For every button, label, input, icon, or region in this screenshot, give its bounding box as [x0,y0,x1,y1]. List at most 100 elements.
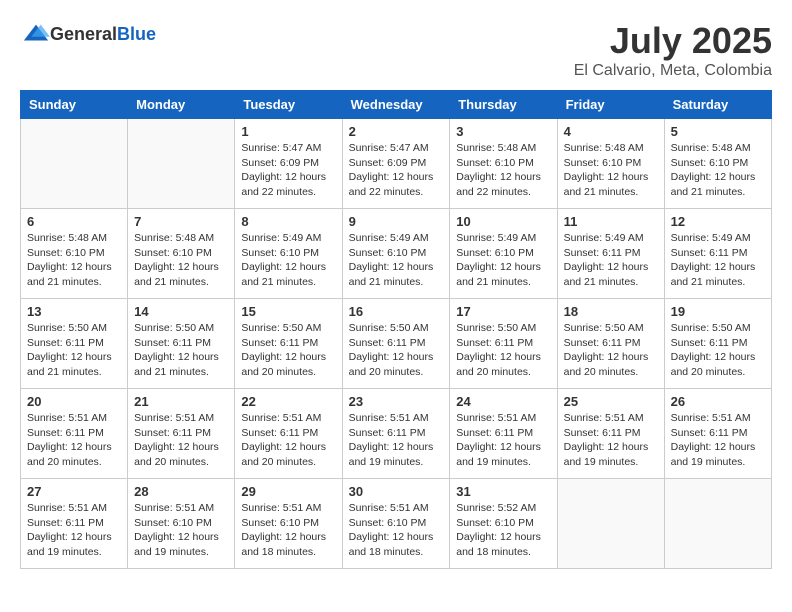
day-info: Sunrise: 5:51 AM Sunset: 6:11 PM Dayligh… [564,411,658,470]
calendar-cell: 28 Sunrise: 5:51 AM Sunset: 6:10 PM Dayli… [128,479,235,569]
day-number: 16 [349,304,444,319]
day-info: Sunrise: 5:51 AM Sunset: 6:11 PM Dayligh… [27,501,121,560]
calendar-cell: 20 Sunrise: 5:51 AM Sunset: 6:11 PM Dayli… [21,389,128,479]
day-number: 1 [241,124,335,139]
location-subtitle: El Calvario, Meta, Colombia [574,62,772,80]
weekday-header-wednesday: Wednesday [342,91,450,119]
weekday-header-sunday: Sunday [21,91,128,119]
calendar-cell: 4 Sunrise: 5:48 AM Sunset: 6:10 PM Daylig… [557,119,664,209]
calendar-cell: 13Sunrise: 5:50 AM Sunset: 6:11 PM Dayli… [21,299,128,389]
week-row-2: 6 Sunrise: 5:48 AM Sunset: 6:10 PM Daylig… [21,209,772,299]
day-number: 24 [456,394,550,409]
weekday-header-saturday: Saturday [664,91,771,119]
day-number: 29 [241,484,335,499]
calendar-cell: 31 Sunrise: 5:52 AM Sunset: 6:10 PM Dayli… [450,479,557,569]
day-number: 31 [456,484,550,499]
calendar-table: SundayMondayTuesdayWednesdayThursdayFrid… [20,90,772,569]
calendar-cell: 16Sunrise: 5:50 AM Sunset: 6:11 PM Dayli… [342,299,450,389]
day-number: 8 [241,214,335,229]
day-number: 20 [27,394,121,409]
day-number: 21 [134,394,228,409]
week-row-4: 20 Sunrise: 5:51 AM Sunset: 6:11 PM Dayli… [21,389,772,479]
month-year-title: July 2025 [574,20,772,62]
day-info: Sunrise: 5:49 AM Sunset: 6:10 PM Dayligh… [241,231,335,290]
weekday-header-row: SundayMondayTuesdayWednesdayThursdayFrid… [21,91,772,119]
day-info: Sunrise: 5:47 AM Sunset: 6:09 PM Dayligh… [241,141,335,200]
calendar-cell: 29 Sunrise: 5:51 AM Sunset: 6:10 PM Dayli… [235,479,342,569]
calendar-cell: 18 Sunrise: 5:50 AM Sunset: 6:11 PM Dayli… [557,299,664,389]
day-info: Sunrise: 5:48 AM Sunset: 6:10 PM Dayligh… [671,141,765,200]
day-info: Sunrise: 5:52 AM Sunset: 6:10 PM Dayligh… [456,501,550,560]
calendar-cell: 3Sunrise: 5:48 AM Sunset: 6:10 PM Daylig… [450,119,557,209]
day-number: 6 [27,214,121,229]
day-info: Sunrise: 5:50 AM Sunset: 6:11 PM Dayligh… [241,321,335,380]
calendar-cell: 26Sunrise: 5:51 AM Sunset: 6:11 PM Dayli… [664,389,771,479]
calendar-cell: 2Sunrise: 5:47 AM Sunset: 6:09 PM Daylig… [342,119,450,209]
calendar-cell [21,119,128,209]
calendar-cell: 10 Sunrise: 5:49 AM Sunset: 6:10 PM Dayli… [450,209,557,299]
day-number: 26 [671,394,765,409]
day-info: Sunrise: 5:51 AM Sunset: 6:11 PM Dayligh… [241,411,335,470]
day-info: Sunrise: 5:48 AM Sunset: 6:10 PM Dayligh… [564,141,658,200]
calendar-cell [557,479,664,569]
week-row-1: 1 Sunrise: 5:47 AM Sunset: 6:09 PM Daylig… [21,119,772,209]
day-number: 10 [456,214,550,229]
day-info: Sunrise: 5:49 AM Sunset: 6:10 PM Dayligh… [456,231,550,290]
logo: GeneralBlue [20,20,156,48]
weekday-header-tuesday: Tuesday [235,91,342,119]
calendar-cell: 17 Sunrise: 5:50 AM Sunset: 6:11 PM Dayli… [450,299,557,389]
calendar-cell: 23 Sunrise: 5:51 AM Sunset: 6:11 PM Dayli… [342,389,450,479]
calendar-cell: 6 Sunrise: 5:48 AM Sunset: 6:10 PM Daylig… [21,209,128,299]
day-info: Sunrise: 5:47 AM Sunset: 6:09 PM Dayligh… [349,141,444,200]
day-info: Sunrise: 5:51 AM Sunset: 6:11 PM Dayligh… [134,411,228,470]
calendar-cell: 24 Sunrise: 5:51 AM Sunset: 6:11 PM Dayli… [450,389,557,479]
day-info: Sunrise: 5:51 AM Sunset: 6:10 PM Dayligh… [134,501,228,560]
header: GeneralBlue July 2025 El Calvario, Meta,… [20,20,772,80]
weekday-header-monday: Monday [128,91,235,119]
day-number: 27 [27,484,121,499]
day-number: 4 [564,124,658,139]
day-info: Sunrise: 5:51 AM Sunset: 6:10 PM Dayligh… [241,501,335,560]
week-row-5: 27 Sunrise: 5:51 AM Sunset: 6:11 PM Dayli… [21,479,772,569]
calendar-cell [128,119,235,209]
day-info: Sunrise: 5:50 AM Sunset: 6:11 PM Dayligh… [456,321,550,380]
day-number: 7 [134,214,228,229]
day-info: Sunrise: 5:50 AM Sunset: 6:11 PM Dayligh… [564,321,658,380]
calendar-cell [664,479,771,569]
day-number: 28 [134,484,228,499]
day-number: 19 [671,304,765,319]
calendar-cell: 9Sunrise: 5:49 AM Sunset: 6:10 PM Daylig… [342,209,450,299]
day-info: Sunrise: 5:50 AM Sunset: 6:11 PM Dayligh… [134,321,228,380]
day-info: Sunrise: 5:48 AM Sunset: 6:10 PM Dayligh… [27,231,121,290]
calendar-cell: 7Sunrise: 5:48 AM Sunset: 6:10 PM Daylig… [128,209,235,299]
day-info: Sunrise: 5:51 AM Sunset: 6:10 PM Dayligh… [349,501,444,560]
day-number: 25 [564,394,658,409]
title-section: July 2025 El Calvario, Meta, Colombia [574,20,772,80]
day-number: 23 [349,394,444,409]
calendar-cell: 25 Sunrise: 5:51 AM Sunset: 6:11 PM Dayli… [557,389,664,479]
day-info: Sunrise: 5:51 AM Sunset: 6:11 PM Dayligh… [456,411,550,470]
calendar-cell: 27 Sunrise: 5:51 AM Sunset: 6:11 PM Dayli… [21,479,128,569]
calendar-cell: 11 Sunrise: 5:49 AM Sunset: 6:11 PM Dayli… [557,209,664,299]
day-info: Sunrise: 5:51 AM Sunset: 6:11 PM Dayligh… [27,411,121,470]
weekday-header-friday: Friday [557,91,664,119]
calendar-cell: 1 Sunrise: 5:47 AM Sunset: 6:09 PM Daylig… [235,119,342,209]
day-number: 5 [671,124,765,139]
calendar-cell: 15Sunrise: 5:50 AM Sunset: 6:11 PM Dayli… [235,299,342,389]
day-info: Sunrise: 5:50 AM Sunset: 6:11 PM Dayligh… [671,321,765,380]
day-info: Sunrise: 5:49 AM Sunset: 6:11 PM Dayligh… [564,231,658,290]
weekday-header-thursday: Thursday [450,91,557,119]
day-number: 13 [27,304,121,319]
day-number: 18 [564,304,658,319]
calendar-cell: 30 Sunrise: 5:51 AM Sunset: 6:10 PM Dayli… [342,479,450,569]
calendar-cell: 12Sunrise: 5:49 AM Sunset: 6:11 PM Dayli… [664,209,771,299]
day-number: 9 [349,214,444,229]
day-number: 11 [564,214,658,229]
day-info: Sunrise: 5:51 AM Sunset: 6:11 PM Dayligh… [349,411,444,470]
logo-text: GeneralBlue [50,24,156,45]
day-number: 12 [671,214,765,229]
day-number: 30 [349,484,444,499]
calendar-cell: 5 Sunrise: 5:48 AM Sunset: 6:10 PM Daylig… [664,119,771,209]
day-number: 17 [456,304,550,319]
day-number: 14 [134,304,228,319]
